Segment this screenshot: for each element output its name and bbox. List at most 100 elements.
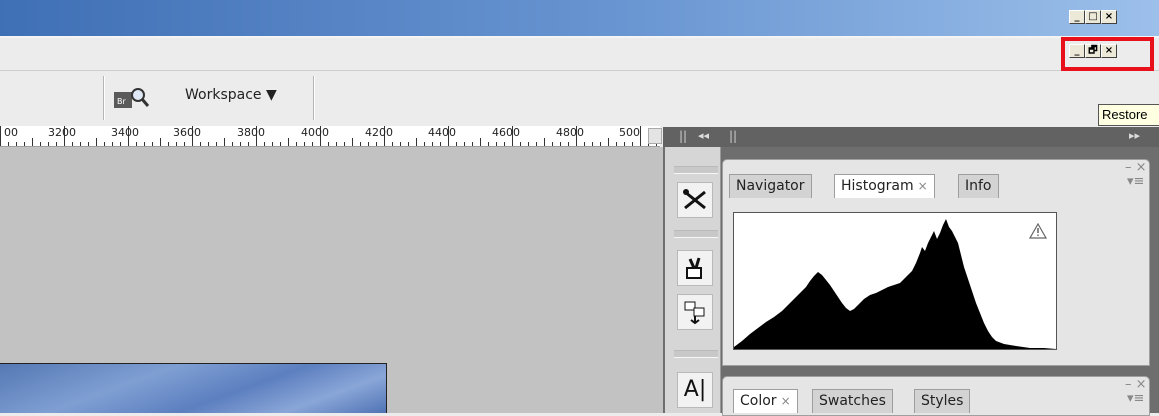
tab-swatches[interactable]: Swatches (812, 389, 893, 413)
horizontal-ruler: 00 3200 3400 3600 3800 4000 4200 4400 46… (0, 126, 660, 147)
ruler-tick (480, 138, 481, 146)
ruler-tick (176, 142, 177, 146)
ruler-tick (16, 142, 17, 146)
ruler-tick (544, 138, 545, 146)
panel-minimize-icon[interactable]: – × (1125, 160, 1147, 175)
ruler-tick (432, 142, 433, 146)
tab-info[interactable]: Info (958, 174, 999, 198)
ruler-tick (568, 142, 569, 146)
histogram-chart (734, 219, 1056, 349)
tab-close-icon[interactable]: × (918, 179, 928, 193)
strip-grip (674, 350, 718, 358)
ruler-tick (408, 142, 409, 146)
minimize-button[interactable]: _ (1069, 10, 1085, 24)
ruler-label: 4400 (428, 126, 456, 139)
type-icon[interactable]: A| (677, 372, 713, 408)
ruler-tick (640, 126, 641, 146)
ruler-tick (560, 142, 561, 146)
layer-comps-icon[interactable] (677, 294, 713, 330)
ruler-tick (472, 142, 473, 146)
ruler-scroll-button[interactable] (648, 128, 662, 144)
options-bar (0, 71, 1159, 123)
ruler-tick (48, 142, 49, 146)
ruler-tick (584, 142, 585, 146)
ruler-label: 3600 (173, 126, 201, 139)
ruler-tick (608, 138, 609, 146)
ruler-tick (352, 138, 353, 146)
ruler-label: 3400 (111, 126, 139, 139)
ruler-tick (104, 142, 105, 146)
histogram-graph (733, 212, 1057, 350)
ruler-tick (88, 142, 89, 146)
ruler-label: 500 (619, 126, 640, 139)
ruler-tick (280, 142, 281, 146)
ruler-tick (288, 138, 289, 146)
panel-menu-icon[interactable]: ▾≡ (1127, 391, 1144, 406)
expand-right-icon[interactable]: ▸▸ (1129, 129, 1140, 142)
options-separator (103, 76, 105, 120)
ruler-label: 3800 (237, 126, 265, 139)
ruler-tick (8, 142, 9, 146)
ruler-tick (616, 142, 617, 146)
ruler-tick (368, 142, 369, 146)
ruler-tick (208, 142, 209, 146)
ruler-tick (344, 142, 345, 146)
ruler-tick (160, 138, 161, 146)
grip-icon: || (679, 129, 688, 143)
ruler-tick (32, 138, 33, 146)
ruler-tick (632, 142, 633, 146)
ruler-tick (120, 142, 121, 146)
ruler-tick (72, 142, 73, 146)
ruler-tick (360, 142, 361, 146)
ruler-tick (328, 142, 329, 146)
ruler-tick (400, 142, 401, 146)
grip-icon: || (729, 129, 738, 143)
maximize-button[interactable]: □ (1085, 10, 1101, 24)
ruler-tick (96, 138, 97, 146)
ruler-tick (200, 142, 201, 146)
ruler-tick (80, 142, 81, 146)
app-title-bar (0, 0, 1159, 36)
options-separator (313, 76, 315, 120)
ruler-tick (312, 142, 313, 146)
ruler-tick (464, 142, 465, 146)
ruler-tick (112, 142, 113, 146)
tab-navigator[interactable]: Navigator (729, 174, 812, 198)
sky-photo-image (0, 363, 387, 413)
tab-color[interactable]: Color × (733, 389, 798, 413)
ruler-tick (144, 142, 145, 146)
ruler-tick (224, 138, 225, 146)
collapse-left-icon[interactable]: ◂◂ (698, 129, 709, 142)
ruler-tick (136, 142, 137, 146)
ruler-tick (552, 142, 553, 146)
close-button[interactable]: × (1101, 10, 1117, 24)
workspace-menu[interactable]: Workspace ▼ (185, 87, 277, 103)
ruler-tick (488, 142, 489, 146)
dock-header[interactable]: || ◂◂ || ▸▸ (663, 127, 1159, 147)
bridge-icon[interactable]: Br (112, 86, 152, 112)
ruler-label: 3200 (48, 126, 76, 139)
tab-close-icon[interactable]: × (781, 394, 791, 408)
tools-icon[interactable] (677, 182, 713, 218)
ruler-tick (520, 142, 521, 146)
ruler-tick (216, 142, 217, 146)
tab-histogram[interactable]: Histogram × (834, 174, 935, 198)
ruler-label: 00 (4, 126, 18, 139)
ruler-tick (376, 142, 377, 146)
brush-icon[interactable] (677, 250, 713, 286)
ruler-tick (424, 142, 425, 146)
panel-minimize-icon[interactable]: – × (1125, 377, 1147, 392)
tab-styles[interactable]: Styles (914, 389, 971, 413)
ruler-tick (304, 142, 305, 146)
ruler-tick (296, 142, 297, 146)
ruler-tick (392, 142, 393, 146)
restore-tooltip: Restore (1098, 104, 1159, 126)
ruler-tick (536, 142, 537, 146)
ruler-tick (24, 142, 25, 146)
ruler-tick (264, 142, 265, 146)
panel-menu-icon[interactable]: ▾≡ (1127, 174, 1144, 189)
ruler-label: 4800 (556, 126, 584, 139)
warning-icon[interactable] (1028, 222, 1048, 243)
ruler-tick (592, 142, 593, 146)
ruler-tick (624, 142, 625, 146)
